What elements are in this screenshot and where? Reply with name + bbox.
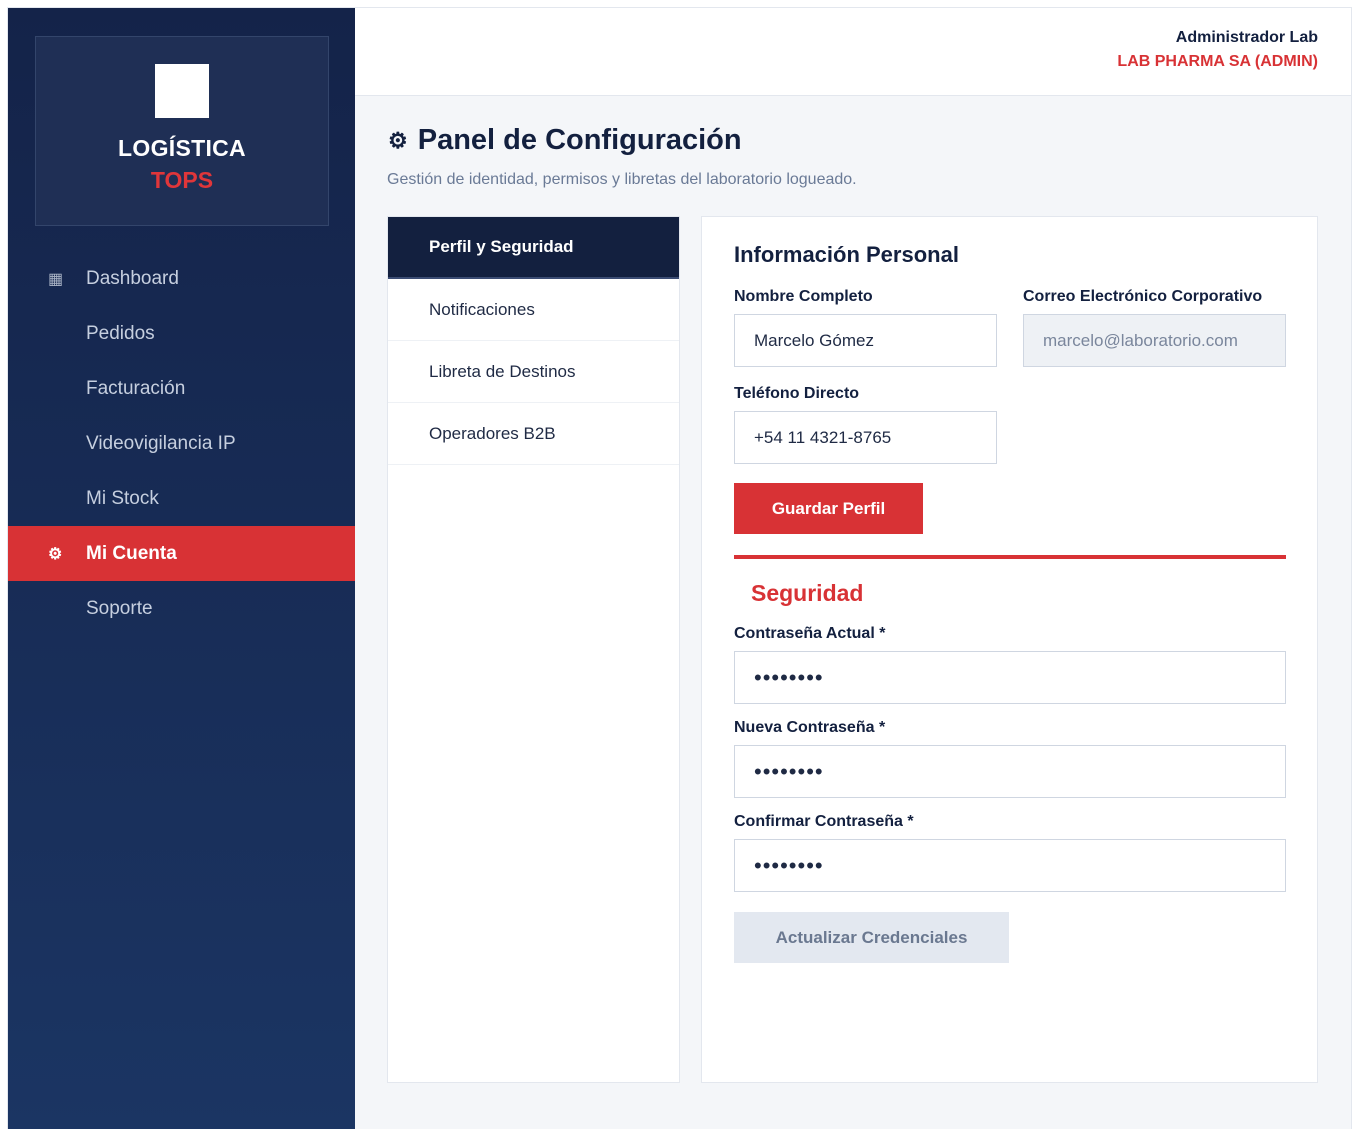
sidebar-item-soporte[interactable]: Soporte bbox=[8, 581, 355, 636]
page-title-text: Panel de Configuración bbox=[417, 124, 742, 156]
brand-name: LOGÍSTICA bbox=[118, 135, 246, 161]
email-label: Correo Electrónico Corporativo bbox=[1023, 288, 1263, 305]
confirm-password-label: Confirmar Contraseña * bbox=[734, 813, 914, 830]
security-title: Seguridad bbox=[751, 580, 864, 606]
profile-panel: Información Personal Nombre Completo Cor… bbox=[701, 216, 1318, 1083]
logo-image bbox=[155, 64, 209, 118]
app-window: LOGÍSTICA TOPS ▦ Dashboard Pedidos Factu… bbox=[7, 7, 1352, 1129]
main-content: Administrador Lab LAB PHARMA SA (ADMIN) … bbox=[355, 8, 1351, 1129]
sidebar-item-mi-cuenta[interactable]: ⚙ Mi Cuenta bbox=[8, 526, 355, 581]
grid-icon: ▦ bbox=[48, 270, 64, 288]
sidebar-item-label: Soporte bbox=[86, 597, 153, 619]
sidebar-item-pedidos[interactable]: Pedidos bbox=[8, 306, 355, 361]
name-field[interactable] bbox=[734, 314, 997, 367]
user-name: Administrador Lab bbox=[1175, 29, 1318, 46]
gear-icon: ⚙ bbox=[48, 545, 63, 563]
name-label: Nombre Completo bbox=[734, 288, 873, 305]
sidebar-nav: ▦ Dashboard Pedidos Facturación Videovig… bbox=[8, 251, 355, 636]
current-password-label: Contraseña Actual * bbox=[734, 625, 886, 642]
personal-info-title: Información Personal bbox=[734, 242, 959, 267]
tab-perfil-seguridad[interactable]: Perfil y Seguridad bbox=[388, 217, 679, 279]
confirm-password-field[interactable] bbox=[734, 839, 1286, 892]
sidebar-item-label: Facturación bbox=[86, 377, 186, 399]
user-organization: LAB PHARMA SA (ADMIN) bbox=[1117, 53, 1318, 70]
gear-icon: ⚙ bbox=[388, 127, 408, 153]
sidebar-item-facturacion[interactable]: Facturación bbox=[8, 361, 355, 416]
page-subtitle: Gestión de identidad, permisos y libreta… bbox=[387, 171, 857, 188]
sidebar-item-label: Pedidos bbox=[86, 322, 155, 344]
top-bar: Administrador Lab LAB PHARMA SA (ADMIN) bbox=[355, 8, 1351, 96]
update-credentials-button[interactable]: Actualizar Credenciales bbox=[734, 912, 1009, 963]
sidebar-item-videovigilancia[interactable]: Videovigilancia IP bbox=[8, 416, 355, 471]
email-field bbox=[1023, 314, 1286, 367]
page-title: ⚙ Panel de Configuración bbox=[388, 124, 742, 157]
new-password-field[interactable] bbox=[734, 745, 1286, 798]
new-password-label: Nueva Contraseña * bbox=[734, 719, 886, 736]
section-divider bbox=[734, 555, 1286, 559]
phone-field[interactable] bbox=[734, 411, 997, 464]
save-profile-button[interactable]: Guardar Perfil bbox=[734, 483, 923, 534]
sidebar-item-mi-stock[interactable]: Mi Stock bbox=[8, 471, 355, 526]
sidebar: LOGÍSTICA TOPS ▦ Dashboard Pedidos Factu… bbox=[8, 8, 355, 1129]
sidebar-item-label: Mi Stock bbox=[86, 487, 159, 509]
phone-label: Teléfono Directo bbox=[734, 385, 860, 402]
tab-libreta-destinos[interactable]: Libreta de Destinos bbox=[388, 341, 679, 403]
sidebar-item-label: Videovigilancia IP bbox=[86, 432, 236, 454]
sidebar-item-dashboard[interactable]: ▦ Dashboard bbox=[8, 251, 355, 306]
brand-subname: TOPS bbox=[150, 167, 214, 193]
tab-notificaciones[interactable]: Notificaciones bbox=[388, 279, 679, 341]
sidebar-item-label: Mi Cuenta bbox=[86, 542, 177, 564]
sidebar-item-label: Dashboard bbox=[86, 267, 179, 289]
tab-operadores-b2b[interactable]: Operadores B2B bbox=[388, 403, 679, 465]
current-password-field[interactable] bbox=[734, 651, 1286, 704]
brand-card: LOGÍSTICA TOPS bbox=[35, 36, 329, 226]
settings-tabs: Perfil y Seguridad Notificaciones Libret… bbox=[387, 216, 680, 1083]
